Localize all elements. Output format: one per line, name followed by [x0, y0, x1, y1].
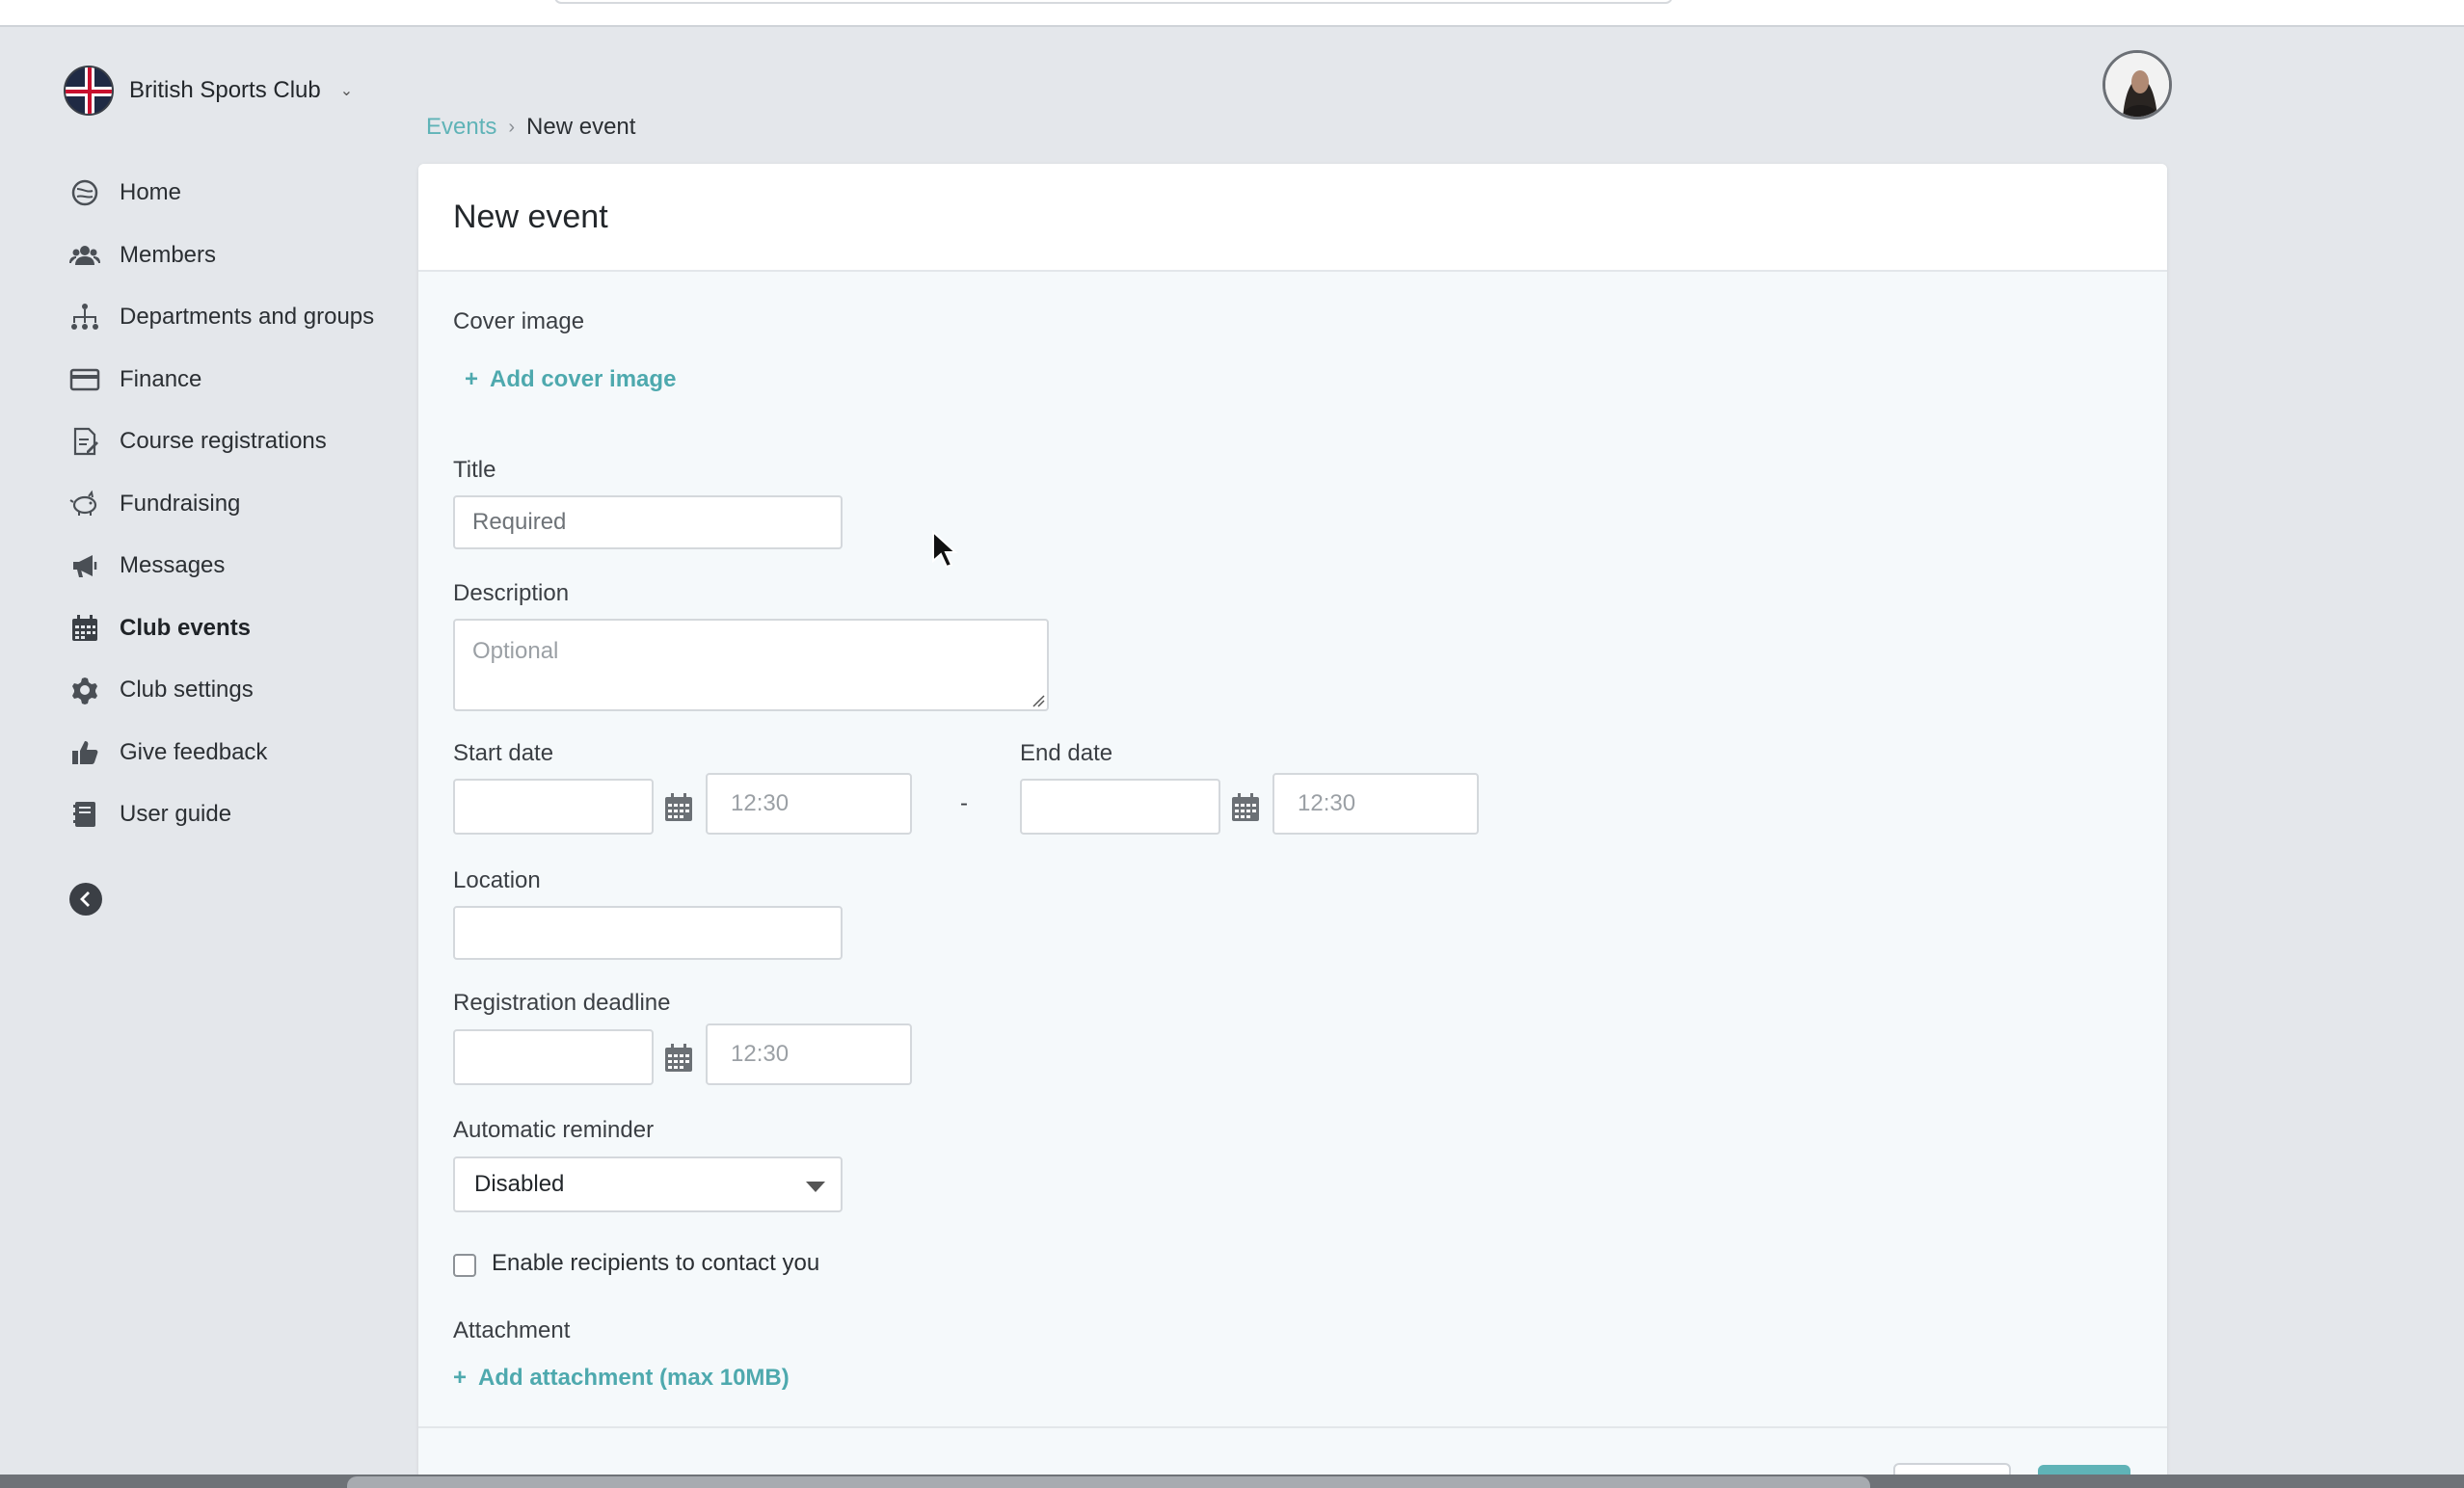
chevron-down-icon: ⌄ — [339, 83, 354, 99]
location-label: Location — [453, 867, 541, 893]
sidebar-item-fundraising[interactable]: Fundraising — [67, 473, 395, 536]
registration-deadline-date-input[interactable] — [453, 1029, 654, 1085]
union-jack-logo — [64, 66, 114, 116]
date-range-separator: - — [960, 790, 968, 816]
dock-edge — [347, 1476, 1870, 1488]
sidebar-item-finance[interactable]: Finance — [67, 349, 395, 412]
cover-image-label: Cover image — [453, 308, 585, 334]
sidebar-item-course-registrations[interactable]: Course registrations — [67, 411, 395, 473]
title-label: Title — [453, 457, 496, 483]
registration-deadline-label: Registration deadline — [453, 990, 671, 1016]
sidebar-item-label: Course registrations — [120, 428, 327, 455]
caret-down-icon — [806, 1182, 825, 1192]
club-switcher[interactable]: British Sports Club ⌄ — [64, 64, 353, 118]
sidebar-item-messages[interactable]: Messages — [67, 535, 395, 598]
breadcrumb-separator: › — [508, 116, 516, 138]
megaphone-icon — [67, 548, 102, 583]
sidebar-item-label: Members — [120, 241, 217, 268]
credit-card-icon — [67, 362, 102, 397]
thumbs-up-icon — [67, 735, 102, 770]
sidebar-item-club-events[interactable]: Club events — [67, 598, 395, 660]
club-name: British Sports Club — [129, 77, 321, 103]
calendar-icon[interactable] — [663, 1043, 694, 1074]
automatic-reminder-select[interactable]: Disabled — [453, 1156, 843, 1212]
plus-icon: + — [465, 366, 479, 392]
book-icon — [67, 797, 102, 832]
attachment-label: Attachment — [453, 1317, 571, 1343]
calendar-icon — [67, 611, 102, 646]
add-cover-image-label: Add cover image — [490, 366, 677, 392]
enable-contact-label[interactable]: Enable recipients to contact you — [492, 1250, 819, 1277]
sidebar-item-label: Home — [120, 179, 182, 206]
title-input[interactable] — [453, 495, 843, 549]
calendar-icon[interactable] — [663, 792, 694, 823]
registration-deadline-time-input[interactable]: 12:30 — [706, 1023, 912, 1085]
collapse-sidebar-button[interactable] — [69, 883, 102, 916]
calendar-icon[interactable] — [1230, 792, 1261, 823]
sidebar-item-label: Finance — [120, 365, 202, 392]
sidebar-item-label: Fundraising — [120, 490, 241, 517]
browser-top-bar — [0, 0, 2464, 27]
description-textarea[interactable] — [453, 619, 1049, 711]
chevron-left-icon — [80, 891, 90, 907]
sidebar-nav: Home Members Departments and groups Fina… — [67, 162, 395, 846]
sidebar-item-label: Give feedback — [120, 738, 268, 765]
breadcrumb-current: New event — [526, 114, 636, 140]
sidebar-item-label: User guide — [120, 801, 232, 828]
sidebar-item-departments[interactable]: Departments and groups — [67, 286, 395, 349]
plus-icon: + — [453, 1365, 468, 1391]
gear-icon — [67, 673, 102, 707]
sidebar-item-label: Messages — [120, 552, 226, 579]
enable-contact-checkbox[interactable] — [453, 1254, 476, 1277]
sidebar-item-user-guide[interactable]: User guide — [67, 784, 395, 846]
sidebar-item-members[interactable]: Members — [67, 225, 395, 287]
add-attachment-label: Add attachment (max 10MB) — [478, 1365, 790, 1391]
description-label: Description — [453, 580, 570, 606]
automatic-reminder-value: Disabled — [474, 1171, 565, 1197]
start-date-label: Start date — [453, 740, 554, 766]
sidebar-item-give-feedback[interactable]: Give feedback — [67, 722, 395, 784]
document-edit-icon — [67, 424, 102, 459]
piggy-bank-icon — [67, 487, 102, 521]
members-icon — [67, 238, 102, 273]
location-input[interactable] — [453, 906, 843, 960]
end-date-label: End date — [1020, 740, 1113, 766]
card-header: New event — [418, 164, 2167, 272]
card-footer-divider — [418, 1426, 2167, 1428]
add-attachment-button[interactable]: + Add attachment (max 10MB) — [453, 1365, 790, 1392]
automatic-reminder-label: Automatic reminder — [453, 1117, 655, 1143]
hierarchy-icon — [67, 300, 102, 334]
add-cover-image-button[interactable]: + Add cover image — [465, 366, 676, 393]
end-time-input[interactable]: 12:30 — [1272, 773, 1479, 835]
sidebar-item-label: Club settings — [120, 677, 254, 704]
user-avatar[interactable] — [2102, 50, 2172, 120]
start-time-value: 12:30 — [731, 790, 790, 816]
registration-deadline-time-value: 12:30 — [731, 1041, 790, 1067]
sidebar-item-home[interactable]: Home — [67, 162, 395, 225]
browser-url-bar[interactable] — [554, 0, 1673, 4]
sidebar-item-label: Departments and groups — [120, 304, 375, 331]
resize-handle-icon[interactable] — [1031, 694, 1045, 707]
start-date-input[interactable] — [453, 779, 654, 835]
mouse-cursor-icon — [932, 530, 958, 569]
breadcrumb: Events › New event — [426, 114, 635, 141]
sidebar-item-club-settings[interactable]: Club settings — [67, 659, 395, 722]
start-time-input[interactable]: 12:30 — [706, 773, 912, 835]
end-time-value: 12:30 — [1298, 790, 1356, 816]
page-title: New event — [453, 198, 608, 235]
breadcrumb-events-link[interactable]: Events — [426, 114, 496, 141]
end-date-input[interactable] — [1020, 779, 1220, 835]
sidebar-item-label: Club events — [120, 614, 252, 641]
home-icon — [67, 175, 102, 210]
new-event-card: New event Cover image + Add cover image … — [418, 164, 2167, 1488]
